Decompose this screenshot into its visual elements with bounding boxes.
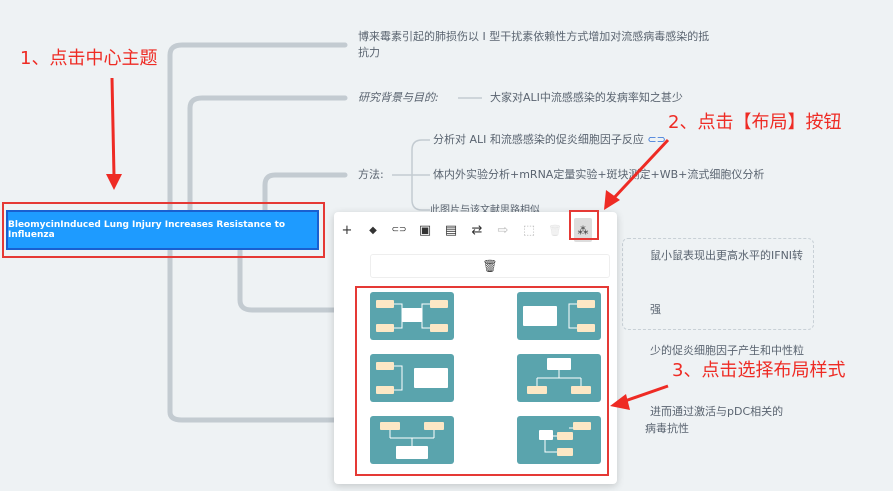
background-text-topic[interactable]: 大家对ALI中流感感染的发病率知之甚少 <box>490 90 683 106</box>
boundary-icon: ⬚ <box>522 222 536 238</box>
paint-bucket-icon: ◆ <box>369 224 377 236</box>
conclusion2-topic[interactable]: 病毒抗性 <box>645 421 689 437</box>
trash-icon: 🗑 <box>482 259 498 273</box>
note-icon: ▤ <box>444 222 458 238</box>
note-button[interactable]: ▤ <box>442 218 460 242</box>
annotation-step3: 3、点击选择布局样式 <box>672 360 846 381</box>
method1-topic[interactable]: 分析对 ALI 和流感感染的促炎细胞因子反应 ⊂⊃ <box>433 132 666 148</box>
method2-topic[interactable]: 体内外实验分析+mRNA定量实验+斑块测定+WB+流式细胞仪分析 <box>433 167 764 183</box>
highlight-central-topic <box>2 202 325 258</box>
add-topic-button[interactable]: + <box>338 218 356 242</box>
link-indicator-icon[interactable]: ⊂⊃ <box>647 133 665 146</box>
highlight-layout-button <box>569 210 599 240</box>
boundary-button[interactable]: ⬚ <box>520 218 538 242</box>
method1-text: 分析对 ALI 和流感感染的促炎细胞因子反应 <box>433 133 644 146</box>
link-icon: ⊂⊃ <box>391 225 407 235</box>
summary-topic-line2[interactable]: 抗力 <box>358 45 380 61</box>
conclusion1-topic[interactable]: 进而通过激活与pDC相关的 <box>650 404 783 420</box>
delete-button[interactable]: 🗑 <box>546 218 564 242</box>
methods-label-topic[interactable]: 方法: <box>358 167 384 183</box>
highlight-layout-options <box>355 286 609 476</box>
relation-button[interactable]: ⇄ <box>468 218 486 242</box>
annotation-step2: 2、点击【布局】按钮 <box>668 112 842 133</box>
result1-topic[interactable]: 鼠小鼠表现出更高水平的IFNI转 <box>650 248 803 264</box>
summary-button[interactable]: ⇨ <box>494 218 512 242</box>
background-label-topic[interactable]: 研究背景与目的: <box>358 90 439 106</box>
delete-icon: 🗑 <box>548 223 562 237</box>
relation-icon: ⇄ <box>471 222 483 238</box>
image-button[interactable]: ▣ <box>416 218 434 242</box>
link-button[interactable]: ⊂⊃ <box>390 218 408 242</box>
result2-topic[interactable]: 强 <box>650 302 661 318</box>
summary-topic-line1[interactable]: 博来霉素引起的肺损伤以 I 型干扰素依赖性方式增加对流感病毒感染的抵 <box>358 29 709 45</box>
mindmap-canvas[interactable]: 博来霉素引起的肺损伤以 I 型干扰素依赖性方式增加对流感病毒感染的抵 抗力 研究… <box>0 0 893 491</box>
annotation-step1: 1、点击中心主题 <box>20 48 158 69</box>
summary-icon: ⇨ <box>497 222 509 238</box>
clear-layout-button[interactable]: 🗑 <box>370 254 610 278</box>
fill-color-button[interactable]: ◆ <box>364 218 382 242</box>
image-icon: ▣ <box>418 222 432 238</box>
add-icon: + <box>341 222 353 238</box>
